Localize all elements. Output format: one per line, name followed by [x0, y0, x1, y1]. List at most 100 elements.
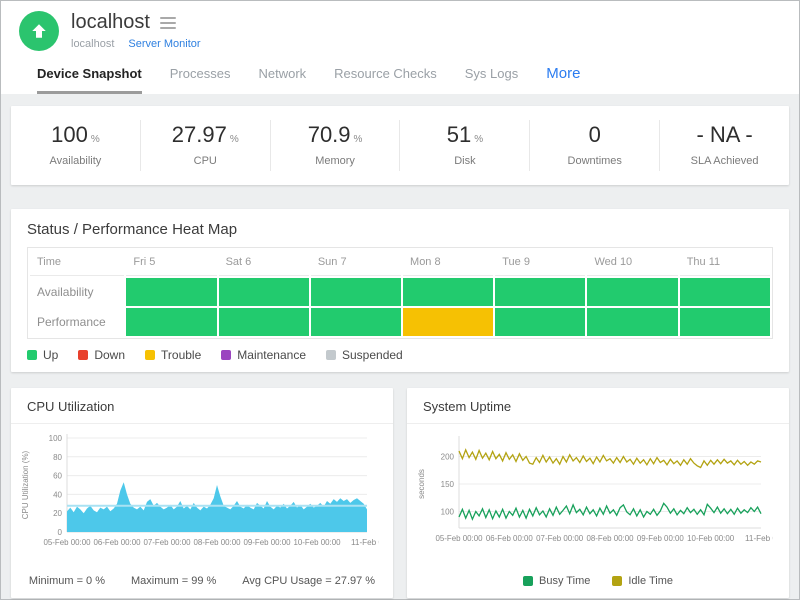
heatmap-cell-availability-wed-10[interactable] — [587, 278, 677, 306]
charts-row: CPU Utilization 02040608010005-Feb 00:00… — [11, 388, 789, 598]
heatmap-col-thu-11: Thu 11 — [680, 250, 770, 276]
tab-processes[interactable]: Processes — [170, 66, 231, 94]
stat-number: 0 — [589, 122, 601, 147]
svg-text:40: 40 — [53, 490, 62, 499]
svg-text:08-Feb 00:00: 08-Feb 00:00 — [194, 538, 242, 547]
tab-more[interactable]: More — [546, 65, 580, 94]
stat-number: 70.9 — [308, 122, 351, 147]
hamburger-menu-icon[interactable] — [160, 14, 176, 32]
series-label: Idle Time — [628, 575, 673, 587]
stat-value: 100% — [11, 122, 140, 148]
heatmap-cell-performance-mon-8[interactable] — [403, 308, 493, 336]
stat-value: 70.9% — [271, 122, 400, 148]
heatmap-cell-performance-sat-6[interactable] — [219, 308, 309, 336]
series-legend-idle-time[interactable]: Idle Time — [612, 575, 673, 587]
svg-text:20: 20 — [53, 509, 62, 518]
tab-resource-checks[interactable]: Resource Checks — [334, 66, 437, 94]
stat-value: - NA - — [660, 122, 789, 148]
heatmap-cell-availability-sun-7[interactable] — [311, 278, 401, 306]
heatmap-table: TimeFri 5Sat 6Sun 7Mon 8Tue 9Wed 10Thu 1… — [27, 247, 773, 339]
heatmap-cell-availability-mon-8[interactable] — [403, 278, 493, 306]
breadcrumb-host: localhost — [71, 38, 114, 50]
heatmap-row-availability: Availability — [30, 278, 124, 306]
stats-summary-card: 100%Availability27.97%CPU70.9%Memory51%D… — [11, 106, 789, 185]
svg-text:05-Feb 00:00: 05-Feb 00:00 — [44, 538, 92, 547]
svg-text:100: 100 — [441, 508, 455, 517]
heatmap-cell-performance-thu-11[interactable] — [680, 308, 770, 336]
svg-text:100: 100 — [49, 434, 63, 443]
svg-text:seconds: seconds — [417, 469, 426, 499]
legend-label: Maintenance — [237, 348, 306, 362]
stat-value: 27.97% — [141, 122, 270, 148]
heatmap-cell-availability-thu-11[interactable] — [680, 278, 770, 306]
stat-label: Downtimes — [530, 155, 659, 167]
tab-network[interactable]: Network — [258, 66, 306, 94]
heatmap-cell-availability-tue-9[interactable] — [495, 278, 585, 306]
svg-text:07-Feb 00:00: 07-Feb 00:00 — [144, 538, 192, 547]
legend-swatch-trouble — [145, 350, 155, 360]
svg-text:200: 200 — [441, 453, 455, 462]
stat-label: Availability — [11, 155, 140, 167]
heatmap-cell-availability-fri-5[interactable] — [126, 278, 216, 306]
legend-swatch-up — [27, 350, 37, 360]
svg-text:05-Feb 00:00: 05-Feb 00:00 — [436, 534, 484, 543]
heatmap-cell-performance-tue-9[interactable] — [495, 308, 585, 336]
heatmap-col-wed-10: Wed 10 — [587, 250, 677, 276]
svg-text:11-Feb 0: 11-Feb 0 — [745, 534, 773, 543]
legend-label: Trouble — [161, 348, 201, 362]
stat-unit: % — [474, 134, 483, 145]
heatmap-col-time: Time — [30, 250, 124, 276]
svg-text:07-Feb 00:00: 07-Feb 00:00 — [536, 534, 584, 543]
series-label: Busy Time — [539, 575, 590, 587]
cpu-maximum: Maximum = 99 % — [131, 575, 216, 587]
svg-text:11-Feb 0: 11-Feb 0 — [351, 538, 379, 547]
series-legend-busy-time[interactable]: Busy Time — [523, 575, 590, 587]
legend-item-suspended: Suspended — [326, 348, 403, 362]
up-arrow-icon — [30, 22, 48, 40]
svg-text:06-Feb 00:00: 06-Feb 00:00 — [94, 538, 142, 547]
stat-label: CPU — [141, 155, 270, 167]
heatmap-col-fri-5: Fri 5 — [126, 250, 216, 276]
system-uptime-card: System Uptime 10015020005-Feb 00:0006-Fe… — [407, 388, 789, 598]
svg-text:60: 60 — [53, 472, 62, 481]
cpu-summary: Minimum = 0 % Maximum = 99 % Avg CPU Usage… — [19, 575, 385, 587]
heatmap-cell-performance-fri-5[interactable] — [126, 308, 216, 336]
stat-value: 0 — [530, 122, 659, 148]
heatmap-cell-performance-sun-7[interactable] — [311, 308, 401, 336]
heatmap-cell-availability-sat-6[interactable] — [219, 278, 309, 306]
legend-label: Suspended — [342, 348, 403, 362]
server-monitor-link[interactable]: Server Monitor — [128, 38, 200, 50]
stat-downtimes: 0 Downtimes — [530, 120, 660, 171]
legend-swatch-suspended — [326, 350, 336, 360]
heatmap-title: Status / Performance Heat Map — [27, 221, 773, 247]
stat-label: SLA Achieved — [660, 155, 789, 167]
series-swatch-idle-time — [612, 576, 622, 586]
cpu-minimum: Minimum = 0 % — [29, 575, 105, 587]
legend-label: Up — [43, 348, 58, 362]
heatmap-card: Status / Performance Heat Map TimeFri 5S… — [11, 209, 789, 372]
tab-device-snapshot[interactable]: Device Snapshot — [37, 66, 142, 94]
svg-text:10-Feb 00:00: 10-Feb 00:00 — [687, 534, 735, 543]
cpu-chart-title: CPU Utilization — [11, 388, 393, 424]
stat-unit: % — [354, 134, 363, 145]
svg-text:0: 0 — [58, 528, 63, 537]
svg-text:150: 150 — [441, 480, 455, 489]
tab-bar: Device Snapshot Processes Network Resource … — [19, 51, 799, 94]
stat-availability: 100% Availability — [11, 120, 141, 171]
legend-item-maintenance: Maintenance — [221, 348, 306, 362]
svg-text:CPU Utilization (%): CPU Utilization (%) — [21, 450, 30, 519]
cpu-average: Avg CPU Usage = 27.97 % — [242, 575, 375, 587]
heatmap-col-sat-6: Sat 6 — [219, 250, 309, 276]
heatmap-cell-performance-wed-10[interactable] — [587, 308, 677, 336]
stat-number: - NA - — [696, 122, 752, 147]
legend-swatch-maintenance — [221, 350, 231, 360]
stat-unit: % — [230, 134, 239, 145]
stat-number: 27.97 — [172, 122, 227, 147]
cpu-utilization-card: CPU Utilization 02040608010005-Feb 00:00… — [11, 388, 393, 598]
stat-number: 100 — [51, 122, 88, 147]
page-header: localhost localhost Server Monitor Devic… — [1, 1, 799, 94]
legend-item-trouble: Trouble — [145, 348, 201, 362]
tab-sys-logs[interactable]: Sys Logs — [465, 66, 518, 94]
stat-memory: 70.9%Memory — [271, 120, 401, 171]
legend-label: Down — [94, 348, 125, 362]
